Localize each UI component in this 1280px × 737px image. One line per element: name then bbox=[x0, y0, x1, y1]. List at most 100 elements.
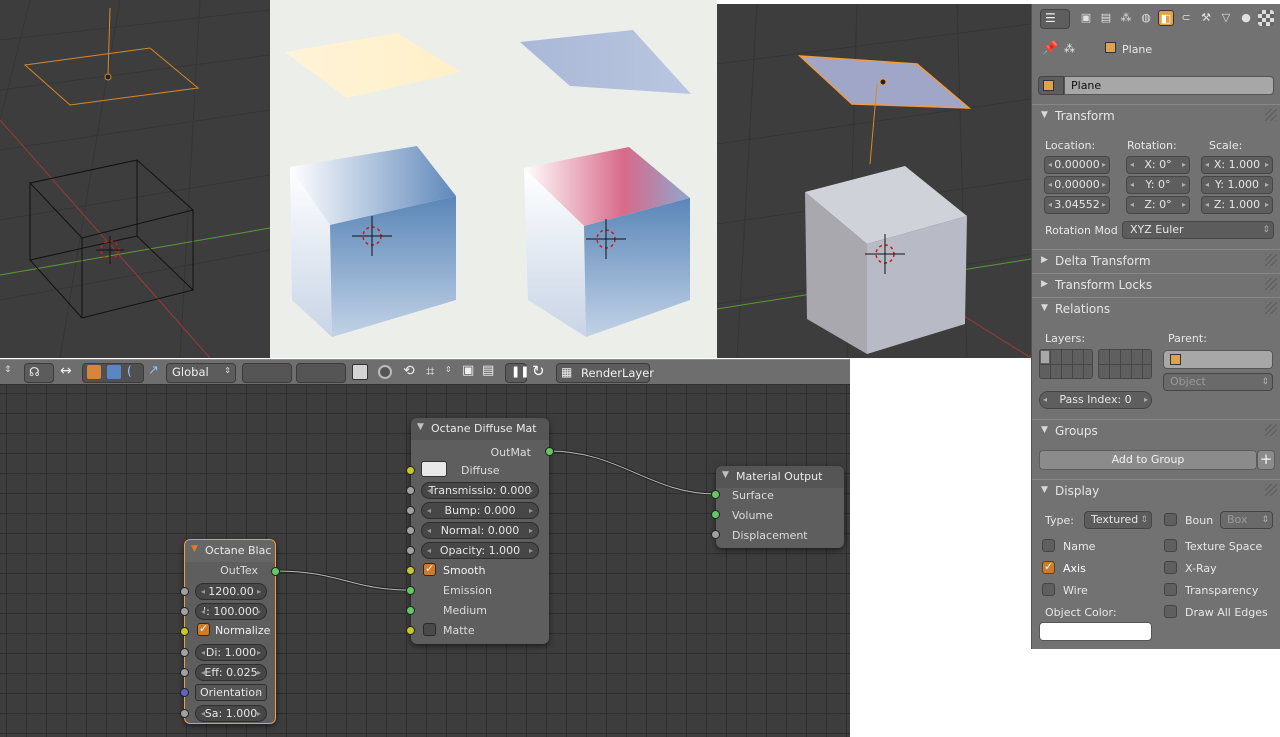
add-to-group-button[interactable]: Add to Group bbox=[1039, 450, 1257, 470]
data-tab-icon[interactable]: ▽ bbox=[1218, 10, 1234, 26]
diffuse-color-swatch[interactable] bbox=[421, 461, 447, 477]
pin-icon[interactable]: 📌 bbox=[1042, 41, 1058, 56]
constraints-tab-icon[interactable]: ⊂ bbox=[1178, 10, 1194, 26]
temperature-field[interactable]: ◂ 1200.00 ▸ bbox=[195, 583, 267, 600]
drag-grip-icon[interactable] bbox=[1265, 254, 1277, 266]
editor-type-button[interactable]: ☰ bbox=[1040, 9, 1070, 29]
socket-orientation[interactable] bbox=[180, 688, 189, 697]
wire-checkbox[interactable] bbox=[1042, 583, 1055, 596]
orientation-select[interactable]: Global ⇕ bbox=[166, 363, 236, 383]
socket-volume[interactable] bbox=[711, 510, 720, 519]
camera-icon[interactable]: ▣ bbox=[462, 363, 474, 378]
scale-x-field[interactable]: ◂ X: 1.000 ▸ bbox=[1201, 156, 1273, 174]
backdrop-icon[interactable] bbox=[352, 364, 368, 380]
socket-emission[interactable] bbox=[406, 586, 415, 595]
socket-efficiency[interactable] bbox=[180, 668, 189, 677]
drag-grip-icon[interactable] bbox=[1265, 424, 1277, 436]
header-arrows-icon[interactable]: ⇕ bbox=[4, 365, 12, 375]
render-layers-tab-icon[interactable]: ▤ bbox=[1098, 10, 1114, 26]
socket-bump[interactable] bbox=[406, 506, 415, 515]
drag-grip-icon[interactable] bbox=[1265, 484, 1277, 496]
node-material-output[interactable]: ▼ Material Output Surface Volume Displac… bbox=[711, 466, 844, 548]
layer-buttons-a[interactable] bbox=[242, 363, 292, 383]
pass-index-field[interactable]: ◂ Pass Index: 0 ▸ bbox=[1039, 391, 1152, 409]
rotation-mode-select[interactable]: XYZ Euler ⇕ bbox=[1122, 221, 1274, 239]
render-tab-icon[interactable]: ▣ bbox=[1078, 10, 1094, 26]
socket-sampling[interactable] bbox=[180, 709, 189, 718]
viewport-wireframe[interactable] bbox=[0, 0, 270, 358]
panel-relations-header[interactable]: ▼ Relations bbox=[1032, 297, 1280, 319]
socket-normalize[interactable] bbox=[180, 627, 189, 636]
panel-transform-header[interactable]: ▼ Transform bbox=[1032, 104, 1280, 126]
pause-button[interactable]: ❚❚ bbox=[505, 363, 529, 383]
matte-checkbox[interactable] bbox=[423, 623, 436, 636]
socket-outmat[interactable] bbox=[545, 447, 554, 456]
socket-smooth[interactable] bbox=[406, 566, 415, 575]
node-octane-diffuse-material[interactable]: ▼ Octane Diffuse Mat OutMat Diffuse ◂ Tra… bbox=[406, 418, 554, 644]
record-icon[interactable] bbox=[378, 365, 392, 379]
panel-groups-header[interactable]: ▼ Groups bbox=[1032, 419, 1280, 441]
xray-checkbox[interactable] bbox=[1164, 561, 1177, 574]
rotation-z-field[interactable]: ◂ Z: 0° ▸ bbox=[1126, 196, 1190, 214]
node-header[interactable]: ▼ Octane Diffuse Mat bbox=[411, 418, 549, 440]
collapse-icon[interactable]: ▼ bbox=[191, 544, 198, 554]
object-tab-icon[interactable]: ◧ bbox=[1158, 10, 1174, 26]
scene-tab-icon[interactable]: ⁂ bbox=[1118, 10, 1134, 26]
scale-z-field[interactable]: ◂ Z: 1.000 ▸ bbox=[1201, 196, 1273, 214]
draw-all-edges-checkbox[interactable] bbox=[1164, 605, 1177, 618]
object-name-field[interactable]: Plane bbox=[1064, 76, 1274, 95]
scale-y-field[interactable]: ◂ Y: 1.000 ▸ bbox=[1201, 176, 1273, 194]
location-y-field[interactable]: ◂ 0.00000 ▸ bbox=[1044, 176, 1110, 194]
layer-buttons-b[interactable] bbox=[296, 363, 346, 383]
drag-grip-icon[interactable] bbox=[1265, 302, 1277, 314]
panel-transform-locks-header[interactable]: ▶ Transform Locks bbox=[1032, 273, 1280, 295]
normal-field[interactable]: ◂ Normal: 0.000 ▸ bbox=[421, 522, 539, 539]
socket-distribution[interactable] bbox=[180, 648, 189, 657]
link-icon[interactable]: ⟲ bbox=[403, 363, 415, 379]
drag-grip-icon[interactable] bbox=[1265, 109, 1277, 121]
texture-space-checkbox[interactable] bbox=[1164, 539, 1177, 552]
node-header[interactable]: ▼ Material Output bbox=[716, 466, 844, 488]
snap-grid-icon[interactable]: ⌗ bbox=[426, 362, 434, 380]
panel-delta-transform-header[interactable]: ▶ Delta Transform bbox=[1032, 249, 1280, 271]
object-color-swatch[interactable] bbox=[1039, 622, 1152, 641]
display-type-select[interactable]: Textured ⇕ bbox=[1084, 511, 1152, 529]
distribution-field[interactable]: ◂ Di: 1.000 ▸ bbox=[195, 644, 267, 661]
snap-chevron-icon[interactable]: ⇕ bbox=[445, 365, 452, 374]
viewport-solid[interactable] bbox=[717, 4, 1031, 358]
bounds-checkbox[interactable] bbox=[1164, 513, 1177, 526]
socket-temperature[interactable] bbox=[180, 587, 189, 596]
location-x-field[interactable]: ◂ 0.00000 ▸ bbox=[1044, 156, 1110, 174]
object-datablock-button[interactable] bbox=[1038, 76, 1064, 95]
power-field[interactable]: ◂ ': 100.000 ▸ bbox=[195, 603, 267, 620]
socket-medium[interactable] bbox=[406, 606, 415, 615]
drag-grip-icon[interactable] bbox=[1265, 278, 1277, 290]
transparency-checkbox[interactable] bbox=[1164, 583, 1177, 596]
parent-type-select[interactable]: Object ⇕ bbox=[1163, 373, 1273, 391]
socket-matte[interactable] bbox=[406, 626, 415, 635]
world-tab-icon[interactable]: ◍ bbox=[1138, 10, 1154, 26]
name-checkbox[interactable] bbox=[1042, 539, 1055, 552]
socket-normal[interactable] bbox=[406, 526, 415, 535]
snap-toggle-group[interactable]: ( bbox=[82, 363, 144, 383]
material-tab-icon[interactable]: ● bbox=[1238, 10, 1254, 26]
rotation-y-field[interactable]: ◂ Y: 0° ▸ bbox=[1126, 176, 1190, 194]
socket-diffuse[interactable] bbox=[406, 466, 415, 475]
refresh-icon[interactable]: ↻ bbox=[532, 362, 545, 380]
node-header[interactable]: ▼ Octane Blac bbox=[185, 540, 275, 562]
add-group-plus-button[interactable]: + bbox=[1257, 450, 1275, 470]
socket-transmission[interactable] bbox=[406, 486, 415, 495]
smooth-checkbox[interactable] bbox=[423, 562, 436, 576]
transform-manipulator-icon[interactable]: ↔ bbox=[60, 363, 72, 379]
panel-display-header[interactable]: ▼ Display bbox=[1032, 479, 1280, 501]
clapper-icon[interactable]: ▤ bbox=[482, 363, 494, 378]
texture-tab-icon[interactable] bbox=[1258, 10, 1274, 26]
socket-power[interactable] bbox=[180, 607, 189, 616]
transmission-field[interactable]: ◂ Transmissio: 0.000 ▸ bbox=[421, 482, 539, 499]
opacity-field[interactable]: ◂ Opacity: 1.000 ▸ bbox=[421, 542, 539, 559]
parent-field[interactable] bbox=[1163, 350, 1273, 369]
collapse-icon[interactable]: ▼ bbox=[417, 422, 424, 432]
layers-grid-a[interactable] bbox=[1039, 349, 1093, 379]
socket-outtex[interactable] bbox=[271, 567, 280, 576]
socket-displacement[interactable] bbox=[711, 530, 720, 539]
